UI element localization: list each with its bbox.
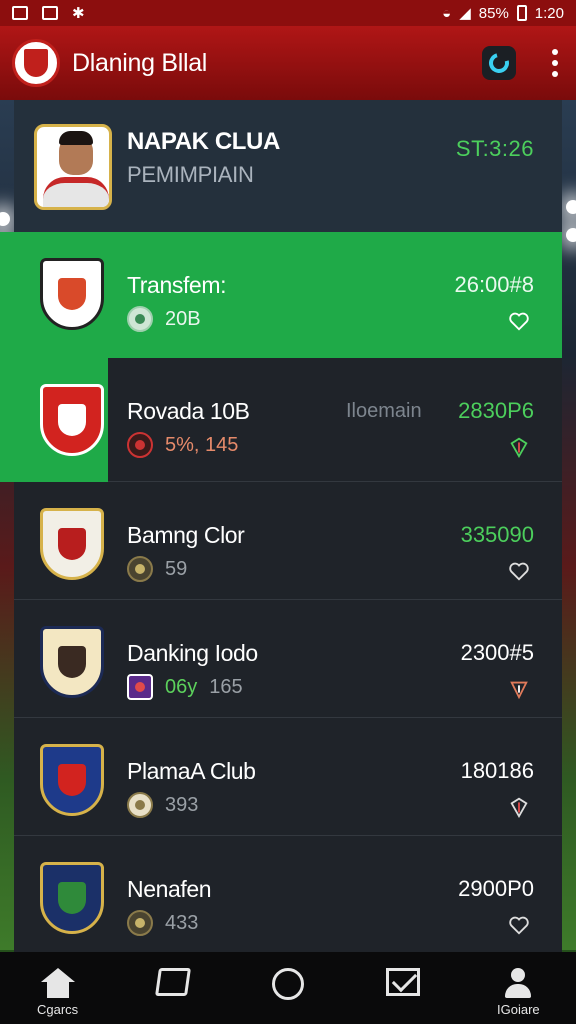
club-crest-icon xyxy=(36,380,108,460)
app-bar: Dlaning Bllal xyxy=(0,26,576,100)
screenshot-icon xyxy=(12,6,28,20)
club-list-panel: NAPAK CLUA PEMIMPIAIN ST:3:26 Transfem: … xyxy=(0,100,562,954)
club-crest-icon xyxy=(36,504,108,584)
refresh-icon xyxy=(485,49,513,77)
floodlight xyxy=(566,228,576,242)
list-item-stat: 5%, 145 xyxy=(165,433,239,456)
status-bar: ✱ ◒ ◢ 85% 1:20 xyxy=(0,0,576,26)
list-item-name: Danking Iodo xyxy=(127,640,258,666)
list-item-value: 180186 xyxy=(460,758,534,783)
list-item-transfer[interactable]: Transfem: 20B 26:00#8 xyxy=(0,232,562,358)
heart-shield-icon[interactable] xyxy=(508,436,530,458)
image-icon xyxy=(42,6,58,20)
nav-book[interactable] xyxy=(125,968,221,996)
list-item-value: 2830P6 xyxy=(458,398,534,423)
profile-icon xyxy=(503,968,533,998)
list-item-stat-highlight: 06y xyxy=(165,675,198,698)
heart-outline-icon[interactable] xyxy=(508,310,530,332)
list-item-name: Transfem: xyxy=(127,272,227,298)
list-item-stat: 393 xyxy=(165,793,199,816)
coin-icon xyxy=(127,792,153,818)
list-item-name: Rovada 10B xyxy=(127,398,250,424)
list-item-value: 2300#5 xyxy=(460,640,534,665)
heart-shield-icon[interactable] xyxy=(508,796,530,818)
heart-outline-icon[interactable] xyxy=(508,560,530,582)
club-crest-icon xyxy=(36,622,108,702)
battery-percent: 85% xyxy=(478,4,509,22)
list-item-stat: 433 xyxy=(165,911,199,934)
nav-mail[interactable] xyxy=(355,968,451,996)
player-avatar xyxy=(34,124,112,210)
player-header-card[interactable]: NAPAK CLUA PEMIMPIAIN ST:3:26 xyxy=(14,100,562,232)
signal-icon: ◢ xyxy=(459,5,471,22)
nav-circle[interactable] xyxy=(240,968,336,1000)
player-subtitle: PEMIMPIAIN xyxy=(127,162,254,187)
wifi-icon: ◒ xyxy=(442,4,452,22)
player-time: ST:3:26 xyxy=(455,136,534,161)
club-crest-icon xyxy=(36,740,108,820)
circle-icon xyxy=(271,968,304,1000)
clock: 1:20 xyxy=(534,4,564,22)
refresh-button[interactable] xyxy=(482,46,516,80)
kit-icon xyxy=(127,674,153,700)
nav-label: Cgarcs xyxy=(37,1002,79,1017)
list-item-stat: 165 xyxy=(209,675,243,698)
bottom-navigation: Cgarcs IGoiare xyxy=(0,952,576,1024)
heart-outline-icon[interactable] xyxy=(508,914,530,936)
book-icon xyxy=(154,968,191,996)
coin-icon xyxy=(127,432,153,458)
list-item-stat: 20B xyxy=(165,307,201,330)
list-item-note: Ilоemain xyxy=(346,400,422,422)
list-item-nenafen[interactable]: Nenafen 433 2900P0 xyxy=(14,836,562,954)
home-icon xyxy=(40,968,75,998)
battery-icon xyxy=(516,5,527,21)
list-item-rovada[interactable]: Rovada 10B Ilоemain 5%, 145 2830P6 xyxy=(0,358,562,482)
floodlight xyxy=(566,200,576,214)
coin-icon xyxy=(127,556,153,582)
club-crest-icon xyxy=(36,858,108,938)
more-vertical-icon[interactable] xyxy=(552,49,558,77)
player-club-name: NAPAK CLUA xyxy=(127,128,280,155)
heart-shield-icon[interactable] xyxy=(508,678,530,700)
list-item-value: 2900P0 xyxy=(458,876,534,901)
list-item-name: Nenafen xyxy=(127,876,212,902)
list-item-value: 335090 xyxy=(460,522,534,547)
nav-home[interactable]: Cgarcs xyxy=(10,968,106,1017)
mail-icon xyxy=(386,968,421,996)
list-item-plama[interactable]: PlamaA Club 393 180186 xyxy=(14,718,562,836)
usb-icon: ✱ xyxy=(72,5,85,22)
coin-icon xyxy=(127,306,153,332)
app-title: Dlaning Bllal xyxy=(72,48,208,77)
club-crest-icon[interactable] xyxy=(12,39,60,87)
list-item-bamng[interactable]: Bamng Clor 59 335090 xyxy=(14,482,562,600)
list-item-stat: 59 xyxy=(165,557,188,580)
list-item-name: PlamaA Club xyxy=(127,758,256,784)
list-item-name: Bamng Clor xyxy=(127,522,245,548)
coin-icon xyxy=(127,910,153,936)
list-item-danking[interactable]: Danking Iodo 06y 165 2300#5 xyxy=(14,600,562,718)
club-crest-icon xyxy=(36,254,108,334)
nav-label: IGoiare xyxy=(497,1002,540,1017)
list-item-value: 26:00#8 xyxy=(454,272,534,297)
nav-profile[interactable]: IGoiare xyxy=(470,968,566,1017)
